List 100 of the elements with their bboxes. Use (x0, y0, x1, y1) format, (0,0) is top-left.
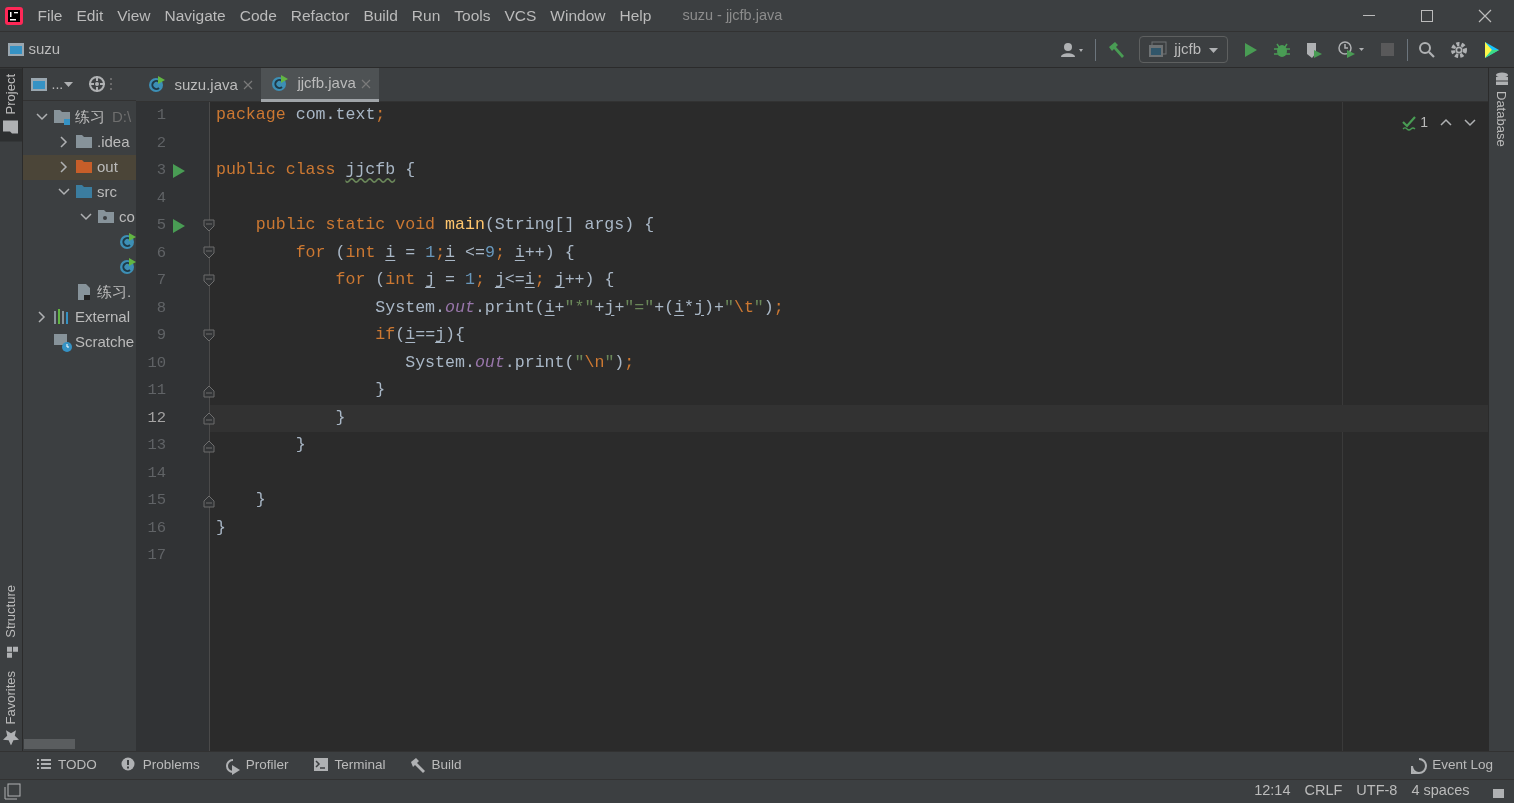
profiler-icon (223, 756, 241, 775)
code-line: } (374, 379, 386, 402)
run-configuration-dropdown[interactable]: jjcfb (1139, 36, 1228, 63)
status-item[interactable]: UTF-8 (1356, 780, 1398, 802)
class-file-icon (119, 232, 136, 252)
line-number: 12 (146, 407, 166, 429)
run-icon[interactable] (172, 162, 186, 179)
fold-icon[interactable] (203, 218, 215, 233)
code-line: if(i==j){ (374, 324, 465, 347)
class-file-icon (119, 257, 136, 277)
code-line: } (334, 406, 346, 429)
hammer-icon[interactable] (1106, 40, 1126, 59)
code-line: } (294, 434, 306, 457)
run-icon[interactable] (172, 217, 186, 234)
editor-tab[interactable]: jjcfb.java (260, 68, 379, 102)
code-line: for (int i = 1;i <=9; i++) { (294, 241, 575, 264)
coverage-icon[interactable] (1305, 40, 1323, 59)
close-icon[interactable] (242, 80, 253, 90)
tool-window-tab[interactable]: Project (0, 68, 22, 142)
maximize-icon[interactable] (1419, 7, 1435, 24)
tool-window-button[interactable]: Problems (120, 755, 200, 776)
menu-item[interactable]: Navigate (157, 0, 233, 31)
tool-window-button[interactable]: Build (409, 755, 462, 776)
window-title: suzu - jjcfb.java (682, 5, 783, 25)
panel-toggle-icon[interactable] (3, 782, 21, 800)
tool-window-button[interactable]: Terminal (312, 755, 386, 776)
chevron-down-icon[interactable] (58, 186, 70, 198)
menu-item[interactable]: Tools (447, 0, 498, 31)
tool-window-button[interactable]: TODO (36, 755, 97, 776)
menu-item[interactable]: Edit (69, 0, 111, 31)
tree-item[interactable]: co (23, 204, 136, 230)
unfold-icon[interactable] (203, 493, 215, 508)
chevron-down-icon[interactable] (80, 211, 92, 223)
scratch-icon (53, 332, 72, 352)
speech-bubble-icon (1411, 757, 1428, 774)
status-item[interactable]: 12:14 (1254, 780, 1291, 802)
module-folder-icon (53, 107, 72, 127)
window-icon (1148, 41, 1168, 58)
fold-icon[interactable] (203, 246, 215, 261)
unfold-icon[interactable] (203, 438, 215, 453)
code-line: System.out.print("\n"); (404, 351, 635, 374)
user-icon[interactable] (1060, 41, 1085, 58)
app-logo-icon (3, 5, 24, 26)
run-icon[interactable] (1242, 40, 1259, 59)
tree-item[interactable]: out (23, 154, 136, 180)
settings-icon[interactable] (1450, 40, 1468, 59)
menu-item[interactable]: Window (543, 0, 613, 31)
code-line: } (254, 489, 266, 512)
menu-item[interactable]: Build (356, 0, 405, 31)
tool-window-button[interactable]: Profiler (223, 755, 289, 776)
view-selector[interactable]: ... (51, 73, 75, 95)
status-item[interactable]: CRLF (1304, 780, 1343, 802)
project-breadcrumb[interactable]: suzu (28, 38, 61, 61)
chevron-down-icon[interactable] (36, 111, 48, 123)
locate-icon[interactable] (87, 75, 106, 93)
menu-item[interactable]: Code (232, 0, 284, 31)
fold-icon[interactable] (203, 273, 215, 288)
chevron-right-icon[interactable] (58, 136, 70, 148)
tree-item[interactable]: 练习. (23, 279, 136, 305)
previous-icon[interactable] (1440, 117, 1452, 128)
folder-icon (3, 119, 19, 136)
class-file-icon (148, 76, 166, 94)
chevron-right-icon[interactable] (36, 311, 48, 323)
code-line: } (215, 516, 226, 539)
profiler-icon[interactable] (1337, 40, 1365, 59)
search-icon[interactable] (1418, 40, 1436, 59)
tool-window-tab[interactable]: Structure (0, 578, 22, 665)
scrollbar[interactable] (24, 739, 75, 749)
next-icon[interactable] (1464, 117, 1476, 128)
code-line: for (int j = 1; j<=i; j++) { (334, 269, 615, 292)
code-line: System.out.print(i+"*"+j+"="+(i*j)+"\t"); (374, 296, 784, 319)
toolbox-icon[interactable] (1482, 39, 1500, 60)
menu-item[interactable]: Run (404, 0, 448, 31)
tool-window-button[interactable]: Event Log (1411, 755, 1493, 776)
code-line: public static void main(String[] args) { (254, 214, 655, 237)
inspection-widget[interactable]: 1 (1401, 112, 1428, 133)
fold-icon[interactable] (203, 328, 215, 343)
tree-item[interactable]: .idea (23, 129, 136, 155)
chevron-right-icon[interactable] (58, 161, 70, 173)
caret-icon (63, 79, 75, 89)
tree-item[interactable]: src (23, 179, 136, 205)
status-item[interactable]: 4 spaces (1411, 780, 1470, 802)
window-icon (30, 75, 48, 93)
window-icon (7, 41, 25, 58)
check-icon (1401, 114, 1417, 131)
menu-item[interactable]: VCS (497, 0, 544, 31)
unfold-icon[interactable] (203, 411, 215, 426)
tool-window-tab[interactable]: Favorites (0, 664, 22, 751)
menu-item[interactable]: Refactor (283, 0, 357, 31)
close-icon[interactable] (1477, 7, 1493, 24)
menu-item[interactable]: View (110, 0, 158, 31)
unfold-icon[interactable] (203, 383, 215, 398)
database-icon (1494, 72, 1509, 86)
editor-tab[interactable]: suzu.java (138, 68, 261, 102)
menu-item[interactable]: Help (612, 0, 659, 31)
tree-item[interactable]: External (23, 304, 136, 330)
menu-item[interactable]: File (30, 0, 70, 31)
drag-handle-icon (109, 75, 114, 93)
tree-item[interactable]: Scratche (23, 329, 136, 355)
tool-window-tab[interactable]: Database (1489, 68, 1514, 151)
